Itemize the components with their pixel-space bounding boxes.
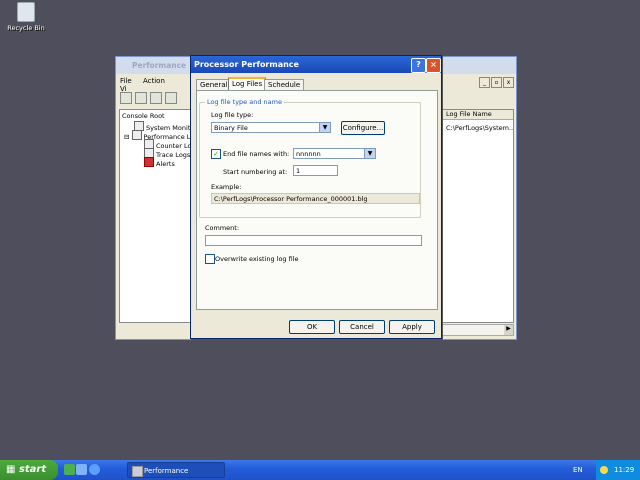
configure-button[interactable]: Configure...	[341, 121, 385, 135]
column-header-log-file-name[interactable]: Log File Name	[443, 110, 513, 120]
processor-performance-dialog[interactable]: Processor Performance ? × General Log Fi…	[190, 55, 442, 339]
performance-app-icon	[132, 466, 143, 477]
dialog-title: Processor Performance	[194, 60, 299, 69]
recycle-bin-desktop-icon[interactable]: Recycle Bin	[4, 0, 48, 36]
windows-logo-icon: ▦	[6, 464, 19, 475]
group-label: Log file type and name	[205, 98, 284, 106]
console-tree[interactable]: Console Root System Monitor ⊟ Performanc…	[119, 109, 193, 323]
overwrite-label[interactable]: Overwrite existing log file	[215, 255, 299, 263]
up-folder-icon[interactable]	[150, 92, 162, 104]
inner-minimize-button[interactable]: _	[479, 77, 490, 88]
system-tray: 11:29	[596, 460, 640, 480]
show-tree-icon[interactable]	[165, 92, 177, 104]
start-numbering-input[interactable]: 1	[293, 165, 338, 176]
help-button[interactable]: ?	[411, 58, 426, 73]
cancel-button[interactable]: Cancel	[339, 320, 385, 334]
performance-logs-icon	[131, 130, 142, 140]
clock[interactable]: 11:29	[614, 460, 634, 480]
inner-restore-button[interactable]: ▫	[491, 77, 502, 88]
start-button[interactable]: ▦ start	[0, 460, 58, 480]
back-icon[interactable]	[120, 92, 132, 104]
comment-label: Comment:	[205, 224, 240, 232]
overwrite-checkbox[interactable]	[205, 254, 215, 264]
expand-collapse-icon[interactable]: ⊟	[124, 133, 129, 141]
start-numbering-label: Start numbering at:	[223, 168, 288, 176]
performance-console-title: Performance	[132, 61, 187, 70]
comment-input[interactable]	[205, 235, 422, 246]
menu-file[interactable]: File	[120, 77, 132, 85]
recycle-bin-icon	[17, 2, 35, 22]
log-file-name-cell[interactable]: C:\PerfLogs\System...	[446, 124, 513, 132]
scroll-right-icon[interactable]: ▶	[504, 325, 513, 335]
internet-explorer-icon[interactable]	[89, 464, 100, 475]
tray-notification-icon[interactable]	[600, 466, 608, 474]
log-file-type-label: Log file type:	[211, 111, 254, 119]
example-path: C:\PerfLogs\Processor Performance_000001…	[211, 193, 420, 204]
end-file-names-checkbox[interactable]: ✓	[211, 149, 221, 159]
show-desktop-icon[interactable]	[64, 464, 75, 475]
media-player-icon[interactable]	[76, 464, 87, 475]
ok-button[interactable]: OK	[289, 320, 335, 334]
tree-item-alerts[interactable]: Alerts	[144, 157, 175, 168]
performance-console-menubar: File Action Vi	[120, 77, 190, 93]
inner-close-button[interactable]: x	[503, 77, 514, 88]
chevron-down-icon[interactable]: ▼	[364, 149, 375, 158]
tree-item-console-root[interactable]: Console Root	[122, 112, 165, 120]
alerts-icon	[144, 157, 154, 167]
close-button[interactable]: ×	[426, 58, 441, 73]
forward-icon[interactable]	[135, 92, 147, 104]
taskbar-item-performance[interactable]: Performance	[127, 462, 225, 478]
menu-action[interactable]: Action	[143, 77, 165, 85]
horizontal-scrollbar[interactable]: ▶	[442, 324, 514, 336]
apply-button[interactable]: Apply	[389, 320, 435, 334]
performance-console-toolbar	[120, 92, 190, 106]
dialog-titlebar[interactable]: Processor Performance ? ×	[191, 56, 441, 73]
recycle-bin-label: Recycle Bin	[7, 24, 45, 32]
end-file-names-label[interactable]: End file names with:	[223, 150, 289, 158]
chevron-down-icon[interactable]: ▼	[319, 123, 330, 132]
end-file-names-select[interactable]: nnnnnn ▼	[293, 148, 376, 159]
log-file-type-select[interactable]: Binary File ▼	[211, 122, 331, 133]
inner-window-controls: _ ▫ x	[478, 77, 514, 88]
language-indicator[interactable]: EN	[573, 462, 591, 478]
example-label: Example:	[211, 183, 242, 191]
log-list-pane[interactable]: Log File Name C:\PerfLogs\System...	[442, 109, 514, 323]
